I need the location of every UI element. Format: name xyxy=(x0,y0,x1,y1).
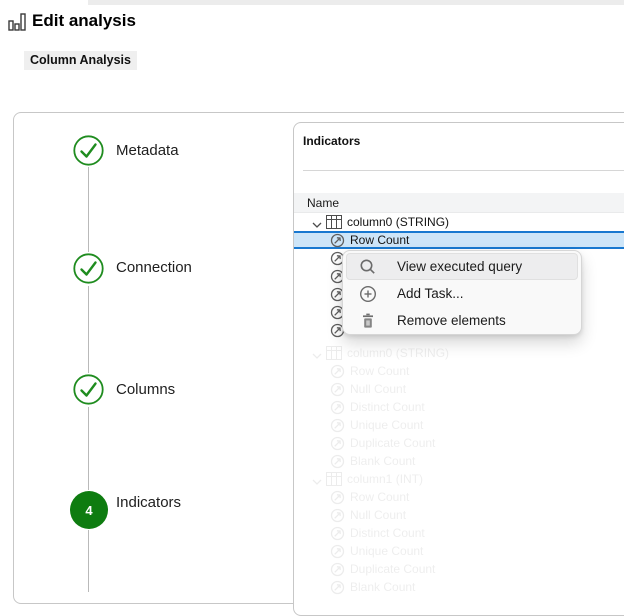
indicator-icon xyxy=(330,400,345,415)
check-circle-icon xyxy=(73,374,104,405)
step-connector xyxy=(88,167,89,252)
indicator-icon xyxy=(330,562,345,577)
ghost-row: Null Count xyxy=(294,506,624,524)
step-connector xyxy=(88,407,89,490)
step-number: 4 xyxy=(85,503,92,518)
page-title: Edit analysis xyxy=(32,11,136,31)
indicator-icon xyxy=(330,233,345,248)
ghost-row: Unique Count xyxy=(294,542,624,560)
check-circle-icon xyxy=(73,253,104,284)
step-indicators[interactable]: 4 xyxy=(70,491,108,529)
tab-column-analysis[interactable]: Column Analysis xyxy=(24,51,137,70)
chevron-down-icon xyxy=(312,349,322,357)
menu-item-label: Remove elements xyxy=(397,313,506,328)
trash-icon xyxy=(359,312,377,330)
menu-item-remove-elements[interactable]: Remove elements xyxy=(346,307,578,334)
ghost-row: Row Count xyxy=(294,488,624,506)
panel-title: Indicators xyxy=(303,134,360,148)
indicator-icon xyxy=(330,544,345,559)
step-connector xyxy=(88,530,89,592)
step-columns[interactable] xyxy=(73,374,104,405)
table-icon xyxy=(326,346,342,360)
ghost-row: Unique Count xyxy=(294,416,624,434)
context-menu: View executed query Add Task... Remove e… xyxy=(342,250,582,335)
indicator-icon xyxy=(330,580,345,595)
ghost-row: Blank Count xyxy=(294,452,624,470)
menu-item-label: View executed query xyxy=(397,259,522,274)
tree-column-header: Name xyxy=(294,193,624,213)
ghost-row: Distinct Count xyxy=(294,398,624,416)
ghost-row: Distinct Count xyxy=(294,524,624,542)
ghost-row: Duplicate Count xyxy=(294,434,624,452)
ghost-row: Null Count xyxy=(294,380,624,398)
indicator-icon xyxy=(330,382,345,397)
step-label-metadata: Metadata xyxy=(116,142,179,160)
indicators-panel: Indicators Name column0 (STRING) xyxy=(293,122,624,616)
indicator-icon xyxy=(330,508,345,523)
step-number-badge: 4 xyxy=(70,491,108,529)
bar-chart-icon xyxy=(8,13,26,31)
indicator-icon xyxy=(330,454,345,469)
ghost-row: Duplicate Count xyxy=(294,560,624,578)
check-circle-icon xyxy=(73,135,104,166)
step-connector xyxy=(88,286,89,373)
indicator-icon xyxy=(330,526,345,541)
panel-separator xyxy=(303,170,624,171)
tree-row-label: column0 (STRING) xyxy=(347,215,449,229)
tree-header-name: Name xyxy=(307,196,339,210)
indicator-icon xyxy=(330,490,345,505)
step-label-connection: Connection xyxy=(116,259,192,277)
indicator-icon xyxy=(330,436,345,451)
indicator-icon xyxy=(330,364,345,379)
table-icon xyxy=(326,215,342,229)
tree-row-label: Row Count xyxy=(350,233,409,247)
ghost-row: Row Count xyxy=(294,362,624,380)
magnifier-icon xyxy=(359,258,377,276)
chevron-down-icon[interactable] xyxy=(312,218,322,226)
step-label-indicators: Indicators xyxy=(116,494,181,512)
menu-item-add-task[interactable]: Add Task... xyxy=(346,280,578,307)
indicator-icon xyxy=(330,418,345,433)
table-icon xyxy=(326,472,342,486)
ghost-row: Blank Count xyxy=(294,578,624,596)
menu-item-label: Add Task... xyxy=(397,286,464,301)
tree-row-row-count[interactable]: Row Count xyxy=(294,231,624,249)
step-label-columns: Columns xyxy=(116,381,175,399)
tree-row-column0[interactable]: column0 (STRING) xyxy=(294,213,624,231)
chevron-down-icon xyxy=(312,475,322,483)
menu-item-view-executed-query[interactable]: View executed query xyxy=(346,253,578,280)
ghost-row: column0 (STRING) xyxy=(294,344,624,362)
ghost-row: column1 (INT) xyxy=(294,470,624,488)
step-connection[interactable] xyxy=(73,253,104,284)
top-tab-strip xyxy=(88,0,624,5)
circle-plus-icon xyxy=(359,285,377,303)
step-metadata[interactable] xyxy=(73,135,104,166)
